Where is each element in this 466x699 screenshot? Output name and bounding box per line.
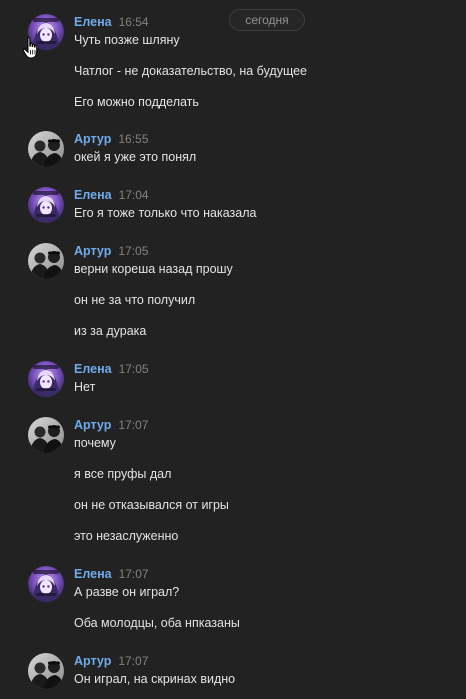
date-divider: сегодня [229, 9, 305, 31]
message-text: верни кореша назад прошу [74, 262, 233, 276]
message-text: Его можно подделать [74, 95, 199, 109]
message-text: А разве он играл? [74, 585, 180, 599]
author-name[interactable]: Артур [74, 418, 111, 432]
timestamp[interactable]: 17:04 [119, 188, 149, 202]
avatar[interactable] [28, 417, 64, 453]
message-text: почему [74, 436, 116, 450]
message-header: Артур 17:05 [74, 243, 148, 259]
hand-pointer-icon [22, 37, 38, 59]
timestamp[interactable]: 17:05 [119, 362, 149, 376]
timestamp[interactable]: 17:07 [118, 654, 148, 668]
message-text: он не отказывался от игры [74, 498, 229, 512]
message-header: Елена 16:54 [74, 14, 149, 30]
timestamp[interactable]: 16:55 [118, 132, 148, 146]
message-text: Он играл, на скринах видно [74, 672, 236, 686]
avatar[interactable] [28, 361, 64, 397]
timestamp[interactable]: 17:07 [119, 567, 149, 581]
author-name[interactable]: Елена [74, 362, 112, 376]
message-header: Артур 17:07 [74, 653, 148, 669]
author-name[interactable]: Артур [74, 132, 111, 146]
avatar[interactable] [28, 566, 64, 602]
chat-history[interactable]: сегодня Елена 16:54 Чуть позже шляну Чатл… [0, 0, 466, 699]
message-text: я все пруфы дал [74, 467, 172, 481]
message-text: из за дурака [74, 324, 147, 338]
message-text: окей я уже это понял [74, 150, 197, 164]
author-name[interactable]: Артур [74, 654, 111, 668]
author-name[interactable]: Елена [74, 15, 112, 29]
timestamp[interactable]: 16:54 [119, 15, 149, 29]
message-text: это незаслуженно [74, 529, 179, 543]
timestamp[interactable]: 17:07 [118, 418, 148, 432]
avatar[interactable] [28, 187, 64, 223]
message-header: Артур 17:07 [74, 417, 148, 433]
message-text: Чуть позже шляну [74, 33, 180, 47]
author-name[interactable]: Артур [74, 244, 111, 258]
avatar[interactable] [28, 653, 64, 689]
message-text: он не за что получил [74, 293, 196, 307]
message-text: Чатлог - не доказательство, на будущее [74, 64, 307, 78]
timestamp[interactable]: 17:05 [118, 244, 148, 258]
message-header: Елена 17:04 [74, 187, 149, 203]
avatar[interactable] [28, 243, 64, 279]
author-name[interactable]: Елена [74, 567, 112, 581]
message-header: Елена 17:05 [74, 361, 149, 377]
message-text: Его я тоже только что наказала [74, 206, 257, 220]
message-text: Оба молодцы, оба нпказаны [74, 616, 240, 630]
author-name[interactable]: Елена [74, 188, 112, 202]
message-text: Нет [74, 380, 96, 394]
message-header: Елена 17:07 [74, 566, 149, 582]
avatar[interactable] [28, 131, 64, 167]
message-header: Артур 16:55 [74, 131, 148, 147]
